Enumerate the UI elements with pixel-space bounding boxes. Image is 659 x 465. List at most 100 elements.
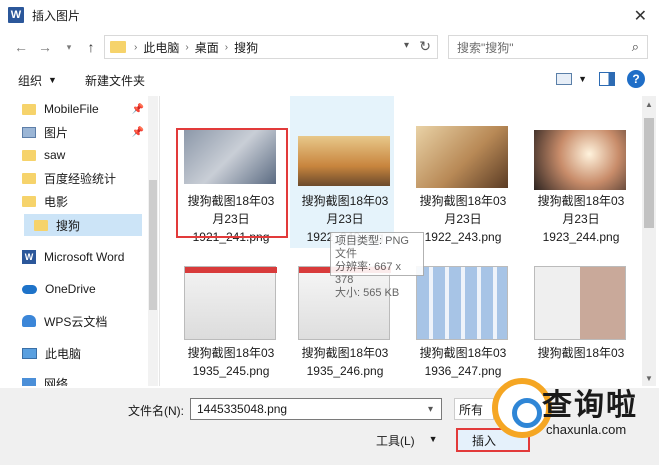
cloud-icon — [22, 284, 37, 294]
breadcrumb-item-sogou[interactable]: 搜狗 — [234, 39, 258, 56]
up-arrow-icon[interactable]: ↑ — [80, 36, 102, 58]
chevron-down-icon[interactable]: ▼ — [578, 74, 587, 84]
sidebar-item-network[interactable]: 网络 — [22, 372, 150, 386]
filename-label: 文件名(N): — [128, 404, 184, 418]
watermark-url: chaxunla.com — [546, 422, 627, 437]
network-icon — [22, 377, 36, 386]
selection-highlight-box — [176, 128, 288, 238]
image-thumbnail — [184, 266, 277, 340]
sidebar-item-mobilefile[interactable]: MobileFile 📌 — [22, 98, 150, 120]
tools-label: 工具(L) — [376, 434, 415, 448]
new-folder-button[interactable]: 新建文件夹 — [85, 72, 145, 89]
chevron-down-icon[interactable]: ▾ — [428, 404, 433, 415]
breadcrumb-item-pc[interactable]: 此电脑 — [143, 39, 179, 56]
sidebar-item-label: MobileFile — [44, 102, 99, 116]
file-tile[interactable]: 搜狗截图18年03 1936_247.png — [408, 266, 518, 386]
sidebar-item-label: 此电脑 — [45, 346, 82, 361]
sidebar-item-label: Microsoft Word — [44, 250, 125, 264]
file-caption: 搜狗截图18年03 月23日 1922_243.png — [419, 194, 507, 244]
filename-input[interactable]: 1445335048.png — [190, 398, 442, 420]
breadcrumb-separator-icon: › — [134, 41, 138, 53]
title-bar: W 插入图片 ✕ — [0, 0, 659, 30]
sidebar-item-baidu-stats[interactable]: 百度经验统计 — [22, 167, 150, 189]
word-icon: W — [22, 250, 36, 264]
address-dropdown-icon[interactable]: ▾ — [404, 40, 409, 51]
sidebar-item-microsoft-word[interactable]: W Microsoft Word — [22, 246, 150, 268]
folder-icon — [22, 149, 36, 161]
tools-menu[interactable]: 工具(L) ▼ — [376, 432, 438, 449]
file-tile[interactable]: 搜狗截图18年03 月23日 1922_243.png — [408, 126, 518, 276]
sidebar-item-pictures[interactable]: 图片 📌 — [22, 121, 150, 143]
pin-icon: 📌 — [131, 103, 144, 115]
folder-icon — [22, 195, 36, 207]
file-type-value: 所有 — [459, 402, 484, 417]
search-input[interactable]: 搜索"搜狗" ⌕ — [448, 35, 648, 59]
sidebar-item-label: 搜狗 — [56, 218, 81, 233]
view-options-icon[interactable] — [556, 73, 573, 85]
sidebar-item-saw[interactable]: saw — [22, 144, 150, 166]
watermark: 查询啦 chaxunla.com — [492, 378, 658, 448]
sidebar-item-label: 图片 — [44, 125, 69, 140]
toolbar-right-group: ▼ ? — [556, 70, 645, 88]
sidebar-item-movies[interactable]: 电影 — [22, 190, 150, 212]
image-thumbnail — [534, 266, 626, 340]
folder-icon — [22, 103, 36, 115]
sidebar-item-label: 百度经验统计 — [44, 171, 117, 186]
organize-label: 组织 — [18, 73, 43, 88]
image-thumbnail — [534, 130, 626, 190]
image-thumbnail — [298, 136, 390, 186]
file-tile[interactable]: 搜狗截图18年03 月23日 1923_244.png — [526, 126, 636, 276]
refresh-icon[interactable]: ↻ — [419, 38, 431, 55]
content-scroll-thumb[interactable] — [644, 118, 654, 228]
pin-icon: 📌 — [131, 126, 144, 138]
help-icon[interactable]: ? — [627, 70, 645, 88]
breadcrumb: › 此电脑 › 桌面 › 搜狗 — [134, 39, 258, 56]
organize-button[interactable]: 组织 ▼ — [18, 72, 57, 89]
scroll-up-icon[interactable]: ▲ — [645, 100, 653, 109]
sidebar-item-onedrive[interactable]: OneDrive — [22, 278, 150, 300]
file-caption: 搜狗截图18年03 月23日 1923_244.png — [537, 194, 625, 244]
address-bar[interactable]: › 此电脑 › 桌面 › 搜狗 ▾ ↻ — [104, 35, 438, 59]
sidebar-scroll-thumb[interactable] — [149, 180, 157, 310]
recent-dropdown-icon[interactable]: ▾ — [58, 36, 80, 58]
file-caption: 搜狗截图18年03 1936_247.png — [419, 346, 507, 378]
sidebar-item-this-pc[interactable]: 此电脑 — [22, 342, 150, 364]
sidebar-item-label: 网络 — [44, 376, 69, 387]
file-caption: 搜狗截图18年03 1935_246.png — [301, 346, 389, 378]
sidebar-item-wps-cloud[interactable]: WPS云文档 — [22, 310, 150, 332]
folder-icon — [34, 219, 48, 231]
folder-icon — [110, 41, 126, 53]
sidebar-item-label: 电影 — [44, 194, 69, 209]
back-arrow-icon[interactable]: ← — [10, 36, 32, 58]
search-placeholder: 搜索"搜狗" — [457, 40, 514, 55]
window-title: 插入图片 — [32, 8, 81, 23]
breadcrumb-item-desktop[interactable]: 桌面 — [195, 39, 219, 56]
sidebar-item-label: saw — [44, 148, 66, 162]
search-icon[interactable]: ⌕ — [632, 39, 639, 55]
image-thumbnail — [416, 266, 508, 340]
word-app-icon: W — [8, 7, 24, 23]
image-thumbnail — [416, 126, 508, 188]
breadcrumb-separator-icon: › — [224, 41, 229, 53]
file-caption: 搜狗截图18年03 — [537, 346, 625, 360]
address-row: ← → ▾ ↑ › 此电脑 › 桌面 › 搜狗 ▾ ↻ 搜索"搜狗" ⌕ — [0, 32, 659, 62]
chevron-down-icon: ▼ — [48, 75, 57, 85]
folder-icon — [22, 172, 36, 184]
preview-pane-icon[interactable] — [599, 72, 615, 86]
pc-icon — [22, 347, 37, 359]
forward-arrow-icon[interactable]: → — [34, 36, 56, 58]
file-caption: 搜狗截图18年03 1935_245.png — [187, 346, 275, 378]
navigation-pane: MobileFile 📌 图片 📌 saw 百度经验统计 电影 搜狗 W Mic… — [0, 96, 160, 386]
filename-value: 1445335048.png — [197, 402, 288, 416]
sidebar-item-label: OneDrive — [45, 282, 96, 296]
file-tile[interactable]: 搜狗截图18年03 — [526, 266, 636, 386]
sidebar-item-label: WPS云文档 — [44, 314, 108, 329]
pictures-icon — [22, 126, 36, 138]
chevron-down-icon: ▼ — [428, 434, 438, 444]
file-tile[interactable]: 搜狗截图18年03 1935_245.png — [176, 266, 286, 386]
sidebar-item-sogou[interactable]: 搜狗 — [24, 214, 142, 236]
new-folder-label: 新建文件夹 — [84, 73, 145, 88]
breadcrumb-separator-icon: › — [185, 41, 189, 53]
file-type-select[interactable]: 所有 — [454, 398, 494, 420]
close-icon[interactable]: ✕ — [634, 6, 647, 26]
